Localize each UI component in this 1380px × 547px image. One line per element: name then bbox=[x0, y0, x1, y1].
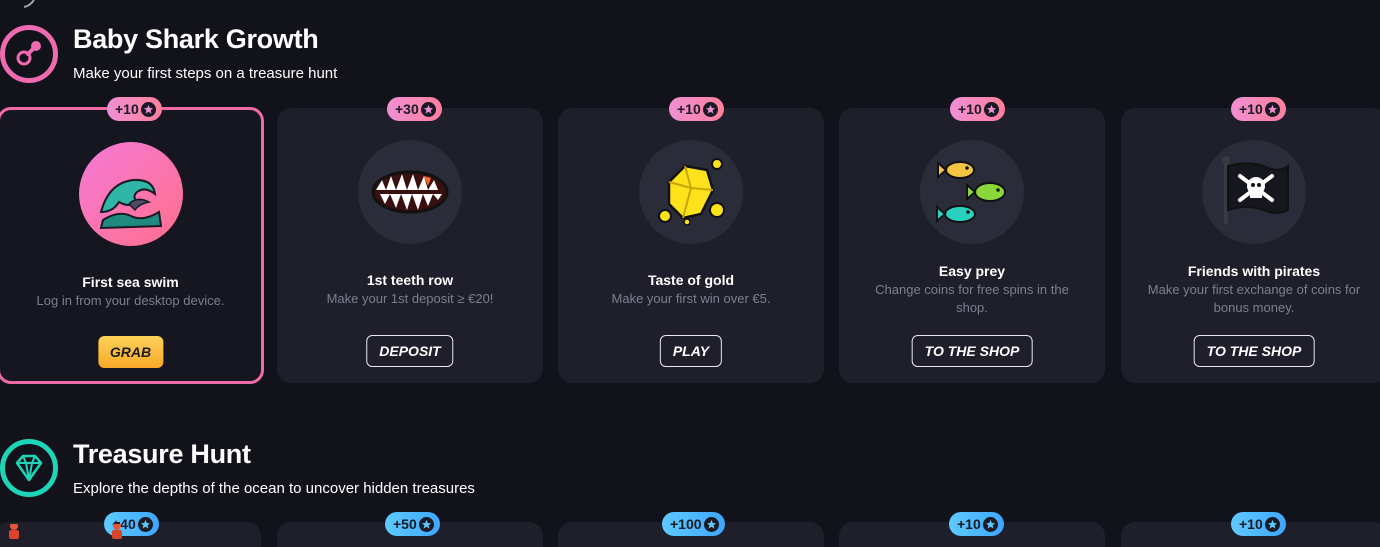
star-icon bbox=[983, 101, 999, 117]
reward-badge: +100 bbox=[662, 512, 725, 536]
star-icon bbox=[702, 101, 718, 117]
gold-nugget-icon bbox=[639, 140, 743, 244]
reward-badge: +50 bbox=[385, 512, 440, 536]
section-subtitle: Explore the depths of the ocean to uncov… bbox=[73, 480, 475, 497]
star-icon bbox=[420, 101, 436, 117]
reward-value: +10 bbox=[677, 101, 701, 117]
card-first-teeth-row[interactable]: 1st teeth row Make your 1st deposit ≥ €2… bbox=[277, 108, 543, 383]
reward-value: +50 bbox=[393, 516, 417, 532]
reward-badge: +10 bbox=[107, 97, 162, 121]
reward-badge: +10 bbox=[949, 512, 1004, 536]
star-icon bbox=[982, 516, 998, 532]
play-button[interactable]: PLAY bbox=[659, 335, 723, 367]
pirate-flag-icon bbox=[1202, 140, 1306, 244]
star-icon bbox=[1264, 516, 1280, 532]
card-description: Make your first win over €5. bbox=[611, 291, 771, 306]
to-the-shop-button[interactable]: TO THE SHOP bbox=[1193, 335, 1315, 367]
card-easy-prey[interactable]: Easy prey Change coins for free spins in… bbox=[839, 108, 1105, 383]
card-description: Log in from your desktop device. bbox=[36, 293, 225, 308]
card-title: Easy prey bbox=[938, 263, 1006, 279]
reward-badge: +10 bbox=[1231, 512, 1286, 536]
reward-value: +100 bbox=[670, 516, 702, 532]
card-title: Friends with pirates bbox=[1187, 263, 1321, 279]
reward-value: +10 bbox=[957, 516, 981, 532]
grab-button[interactable]: GRAB bbox=[97, 336, 164, 368]
fish-icon bbox=[920, 140, 1024, 244]
card-title: 1st teeth row bbox=[366, 272, 454, 288]
section-subtitle: Make your first steps on a treasure hunt bbox=[73, 65, 338, 82]
star-icon bbox=[703, 516, 719, 532]
wave-icon bbox=[78, 142, 183, 246]
reward-badge: +10 bbox=[1231, 97, 1286, 121]
to-the-shop-button[interactable]: TO THE SHOP bbox=[911, 335, 1033, 367]
diamond-icon bbox=[0, 439, 58, 497]
leaf-icon bbox=[23, 0, 35, 8]
pirate-mascot-icon bbox=[9, 522, 19, 539]
card-title: First sea swim bbox=[82, 274, 179, 290]
card-description: Change coins for free spins in the shop. bbox=[875, 282, 1069, 315]
reward-badge: +10 bbox=[669, 97, 724, 121]
reward-badge: +10 bbox=[950, 97, 1005, 121]
card-taste-of-gold[interactable]: Taste of gold Make your first win over €… bbox=[558, 108, 824, 383]
card-description: Make your first exchange of coins for bo… bbox=[1147, 282, 1361, 315]
reward-value: +10 bbox=[1239, 516, 1263, 532]
pacifier-icon bbox=[0, 25, 58, 83]
pirate-mascot-icon bbox=[112, 522, 122, 539]
card-first-sea-swim[interactable]: First sea swim Log in from your desktop … bbox=[0, 107, 264, 384]
section-title: Baby Shark Growth bbox=[73, 24, 319, 54]
star-icon bbox=[137, 516, 153, 532]
star-icon bbox=[140, 101, 156, 117]
section-title: Treasure Hunt bbox=[73, 439, 251, 469]
card-description: Make your 1st deposit ≥ €20! bbox=[326, 291, 494, 306]
reward-badge: +30 bbox=[387, 97, 442, 121]
reward-value: +10 bbox=[1239, 101, 1263, 117]
reward-value: +30 bbox=[395, 101, 419, 117]
shark-teeth-icon bbox=[358, 140, 462, 244]
star-icon bbox=[1264, 101, 1280, 117]
reward-value: +10 bbox=[115, 101, 139, 117]
deposit-button[interactable]: DEPOSIT bbox=[366, 335, 454, 367]
card-friends-with-pirates[interactable]: Friends with pirates Make your first exc… bbox=[1121, 108, 1380, 383]
star-icon bbox=[418, 516, 434, 532]
reward-value: +10 bbox=[958, 101, 982, 117]
card-title: Taste of gold bbox=[647, 272, 735, 288]
